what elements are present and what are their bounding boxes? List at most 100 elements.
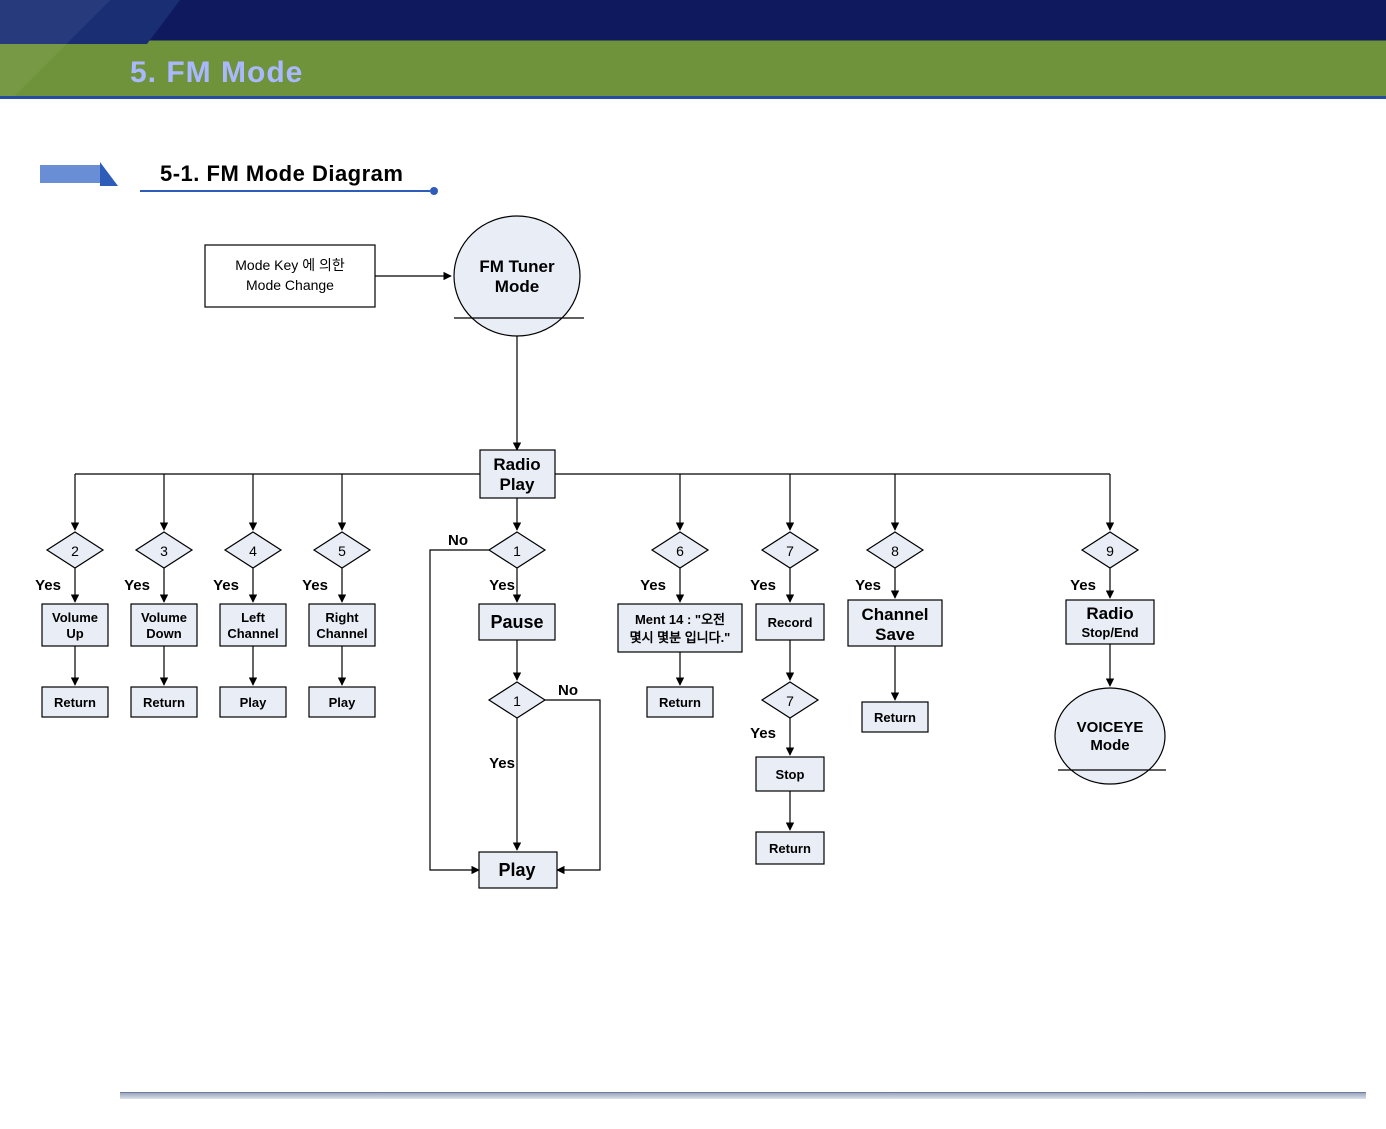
node-mode-change: Mode Key 에 의한 Mode Change [205, 245, 375, 307]
decision-6: 6 [652, 532, 708, 568]
decision-1a: 1 [489, 532, 545, 568]
footer-bar [120, 1092, 1366, 1099]
node-left-channel: Left Channel [220, 604, 286, 646]
decision-3-num: 3 [160, 543, 168, 559]
stop-text: Stop [776, 767, 805, 782]
yes-label-d5: Yes [302, 577, 328, 594]
return-2-text: Return [54, 695, 96, 710]
subsection-bar-icon [40, 165, 100, 183]
node-right-channel: Right Channel [309, 604, 375, 646]
decision-7a-num: 7 [786, 543, 794, 559]
voldown-text2: Down [146, 626, 181, 641]
decision-7b: 7 [762, 682, 818, 718]
play4-text: Play [240, 695, 268, 710]
decision-3: 3 [136, 532, 192, 568]
mode-change-text-1: Mode Key 에 의한 [235, 257, 345, 273]
decision-1a-num: 1 [513, 543, 521, 559]
node-channel-save: Channel Save [848, 600, 942, 646]
decision-6-num: 6 [676, 543, 684, 559]
rightch-text2: Channel [316, 626, 367, 641]
voldown-text1: Volume [141, 610, 187, 625]
page: 5. FM Mode 5-1. FM Mode Diagram Mode Key… [0, 0, 1386, 1129]
radio-play-text-2: Play [500, 475, 536, 494]
chsave-text2: Save [875, 625, 915, 644]
node-return-7: Return [756, 832, 824, 864]
node-play-5: Play [309, 687, 375, 717]
node-radio-play: Radio Play [480, 450, 555, 498]
yes-label-d1a: Yes [489, 577, 515, 594]
ment14-text1: Ment 14 : "오전 [635, 612, 725, 627]
decision-7b-num: 7 [786, 693, 794, 709]
subsection-dot-icon [430, 187, 438, 195]
decision-5: 5 [314, 532, 370, 568]
decision-2-num: 2 [71, 543, 79, 559]
subsection-arrow-icon [100, 162, 118, 186]
node-play-main: Play [479, 852, 557, 888]
yes-label-d7a: Yes [750, 577, 776, 594]
node-stop: Stop [756, 757, 824, 791]
edge-d1b-no-play [545, 700, 600, 870]
yes-label-d1b: Yes [489, 755, 515, 772]
decision-9-num: 9 [1106, 543, 1114, 559]
leftch-text2: Channel [227, 626, 278, 641]
node-volume-down: Volume Down [131, 604, 197, 646]
node-return-6: Return [647, 687, 713, 717]
voiceye-text2: Mode [1090, 737, 1129, 754]
subsection-heading: 5-1. FM Mode Diagram [40, 162, 440, 190]
decision-4-num: 4 [249, 543, 257, 559]
fm-tuner-text-1: FM Tuner [479, 257, 555, 276]
decision-5-num: 5 [338, 543, 346, 559]
fm-tuner-text-2: Mode [495, 277, 539, 296]
edge-d1a-no-play [430, 550, 489, 870]
yes-label-d2: Yes [35, 577, 61, 594]
return-3-text: Return [143, 695, 185, 710]
node-return-3: Return [131, 687, 197, 717]
decision-2: 2 [47, 532, 103, 568]
node-volume-up: Volume Up [42, 604, 108, 646]
yes-label-d7b: Yes [750, 725, 776, 742]
no-label-d1b: No [558, 682, 578, 699]
flowchart: Mode Key 에 의한 Mode Change FM Tuner Mode … [0, 200, 1386, 1030]
chsave-text1: Channel [861, 605, 928, 624]
return-7-text: Return [769, 841, 811, 856]
page-section-title: 5. FM Mode [130, 56, 303, 90]
subsection-title: 5-1. FM Mode Diagram [160, 161, 403, 187]
node-return-2: Return [42, 687, 108, 717]
node-fm-tuner: FM Tuner Mode [454, 216, 584, 336]
yes-label-d9: Yes [1070, 577, 1096, 594]
decision-7a: 7 [762, 532, 818, 568]
yes-label-d6: Yes [640, 577, 666, 594]
node-radio-stop: Radio Stop/End [1066, 600, 1154, 644]
node-pause: Pause [479, 604, 555, 640]
node-ment14: Ment 14 : "오전 몇시 몇분 입니다." [618, 604, 742, 652]
radiostop-text1: Radio [1086, 604, 1133, 623]
pause-text: Pause [490, 612, 543, 632]
voiceye-text1: VOICEYE [1077, 719, 1144, 736]
vol-up-text2: Up [66, 626, 83, 641]
mode-change-text-2: Mode Change [246, 277, 334, 293]
node-voiceye-mode: VOICEYE Mode [1055, 688, 1166, 784]
node-play-4: Play [220, 687, 286, 717]
no-label-d1a: No [448, 532, 468, 549]
yes-label-d3: Yes [124, 577, 150, 594]
header-underline [0, 96, 1386, 99]
yes-label-d4: Yes [213, 577, 239, 594]
ment14-text2: 몇시 몇분 입니다." [630, 630, 731, 645]
decision-8-num: 8 [891, 543, 899, 559]
record-text: Record [768, 615, 813, 630]
leftch-text1: Left [241, 610, 266, 625]
node-return-8: Return [862, 702, 928, 732]
radio-play-text-1: Radio [493, 455, 540, 474]
rightch-text1: Right [325, 610, 359, 625]
decision-1b: 1 [489, 682, 545, 718]
header-bar: 5. FM Mode [0, 0, 1386, 102]
vol-up-text1: Volume [52, 610, 98, 625]
play-main-text: Play [498, 860, 535, 880]
return-8-text: Return [874, 710, 916, 725]
decision-1b-num: 1 [513, 693, 521, 709]
yes-label-d8: Yes [855, 577, 881, 594]
decision-8: 8 [867, 532, 923, 568]
node-record: Record [756, 604, 824, 640]
return-6-text: Return [659, 695, 701, 710]
radiostop-text2: Stop/End [1081, 625, 1138, 640]
